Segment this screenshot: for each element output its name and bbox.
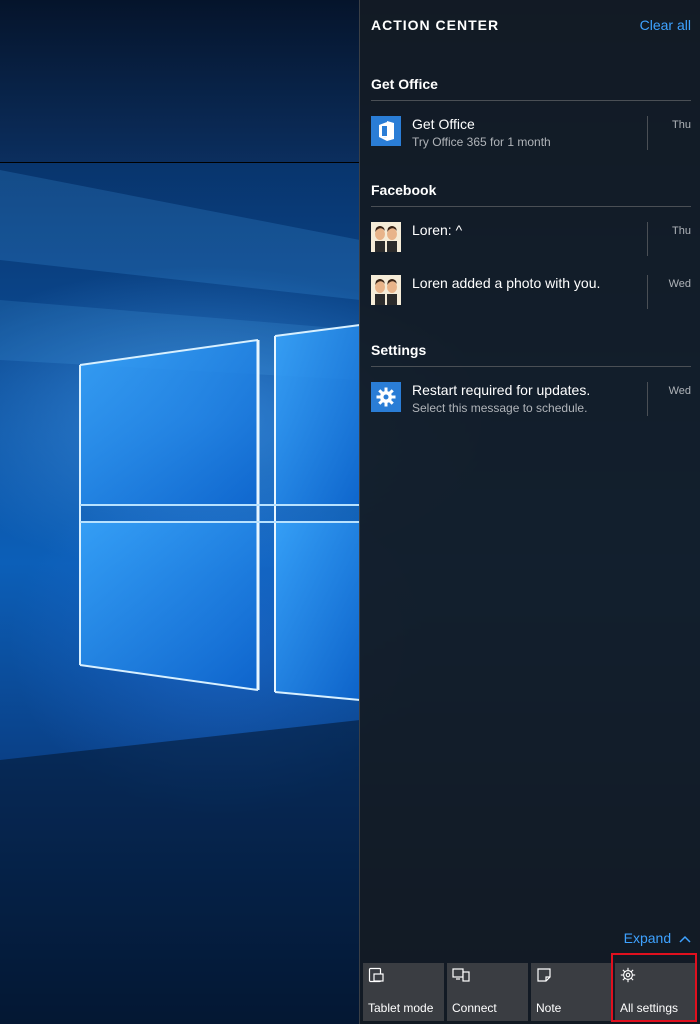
tablet-mode-icon: [368, 967, 384, 983]
notification-facebook-2[interactable]: Loren added a photo with you. Wed: [371, 275, 691, 319]
avatar: [371, 222, 401, 252]
notification-divider: [647, 382, 648, 416]
note-label: Note: [536, 1001, 562, 1015]
notification-time: Wed: [668, 385, 691, 397]
clear-all-link[interactable]: Clear all: [640, 17, 691, 33]
group-header-get-office[interactable]: Get Office: [371, 76, 691, 101]
notification-facebook-1[interactable]: Loren: ^ Thu: [371, 222, 691, 266]
expand-button[interactable]: Expand: [624, 930, 691, 946]
notification-title: Loren added a photo with you.: [412, 275, 601, 291]
note-icon: [537, 968, 551, 982]
gear-icon: [371, 382, 401, 412]
notification-get-office[interactable]: Get Office Try Office 365 for 1 month Th…: [371, 116, 691, 160]
all-settings-button[interactable]: All settings: [615, 963, 696, 1021]
notification-subtitle: Select this message to schedule.: [412, 401, 588, 415]
notification-subtitle: Try Office 365 for 1 month: [412, 135, 551, 149]
action-center-title: ACTION CENTER: [371, 17, 500, 33]
notification-time: Wed: [668, 278, 691, 290]
group-header-settings[interactable]: Settings: [371, 342, 691, 367]
connect-button[interactable]: Connect: [447, 963, 528, 1021]
notification-divider: [647, 275, 648, 309]
connect-icon: [452, 968, 470, 982]
action-center-panel: ACTION CENTER Clear all Get Office Get O…: [359, 0, 700, 1024]
notification-divider: [647, 222, 648, 256]
all-settings-label: All settings: [620, 1001, 679, 1015]
notification-title: Restart required for updates.: [412, 382, 591, 398]
tablet-mode-button[interactable]: Tablet mode: [363, 963, 444, 1021]
notification-divider: [647, 116, 648, 150]
desktop-top-strip: [0, 0, 360, 163]
tablet-mode-label: Tablet mode: [368, 1001, 434, 1015]
notification-title: Get Office: [412, 116, 475, 132]
expand-label: Expand: [623, 930, 672, 946]
notification-settings-restart[interactable]: Restart required for updates. Select thi…: [371, 382, 691, 426]
office-icon: [371, 116, 401, 146]
notification-time: Thu: [672, 225, 691, 237]
group-header-facebook[interactable]: Facebook: [371, 182, 691, 207]
avatar: [371, 275, 401, 305]
note-button[interactable]: Note: [531, 963, 612, 1021]
chevron-up-icon: [679, 936, 691, 943]
notification-time: Thu: [672, 119, 691, 131]
connect-label: Connect: [452, 1001, 497, 1015]
notification-title: Loren: ^: [412, 222, 463, 238]
gear-icon: [620, 967, 636, 983]
